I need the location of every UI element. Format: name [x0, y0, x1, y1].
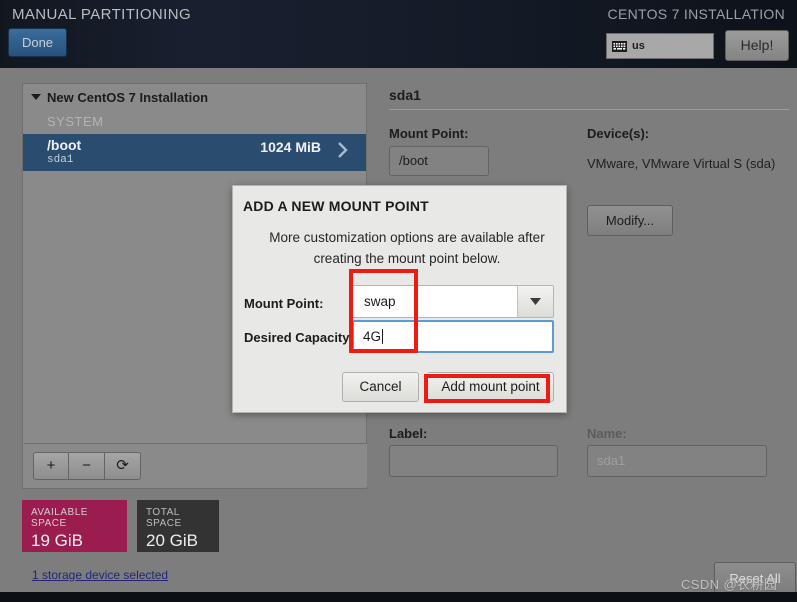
- details-label-field[interactable]: [389, 445, 558, 477]
- partition-size: 1024 MiB: [260, 139, 321, 155]
- watermark: CSDN @农耕园: [681, 577, 778, 592]
- details-name-label: Name:: [587, 426, 627, 441]
- details-label-label: Label:: [389, 426, 428, 441]
- dialog-mount-point-label: Mount Point:: [244, 296, 324, 311]
- section-label-system: SYSTEM: [47, 114, 104, 129]
- add-mount-point-button[interactable]: Add mount point: [427, 372, 554, 402]
- details-devices-label: Device(s):: [587, 126, 650, 141]
- partition-toolbar: + − ⟳: [24, 443, 367, 487]
- available-space-value: 19 GiB: [31, 531, 83, 550]
- available-space-box: AVAILABLE SPACE 19 GiB: [22, 500, 127, 552]
- page-title: MANUAL PARTITIONING: [12, 6, 192, 23]
- available-space-label: AVAILABLE SPACE: [31, 507, 88, 529]
- details-mount-point-label: Mount Point:: [389, 126, 469, 141]
- mount-point-value: swap: [364, 294, 396, 309]
- add-mount-point-dialog: ADD A NEW MOUNT POINT More customization…: [232, 185, 567, 413]
- text-caret: [382, 329, 384, 344]
- partition-row-boot[interactable]: /boot sda1 1024 MiB: [23, 134, 366, 171]
- details-name-field: sda1: [587, 445, 767, 477]
- partition-device-name: sda1: [47, 154, 74, 166]
- details-devices-value: VMware, VMware Virtual S (sda): [587, 156, 776, 171]
- modify-button[interactable]: Modify...: [587, 205, 673, 236]
- desired-capacity-input[interactable]: 4G: [352, 320, 554, 353]
- partition-mount-point: /boot: [47, 137, 82, 153]
- total-space-value: 20 GiB: [146, 531, 198, 550]
- chevron-right-icon: [337, 141, 348, 159]
- collapse-triangle-icon: [31, 94, 41, 100]
- add-partition-button[interactable]: +: [33, 452, 69, 480]
- cancel-button[interactable]: Cancel: [342, 372, 419, 402]
- mount-point-combobox[interactable]: swap: [352, 285, 554, 318]
- app-header: MANUAL PARTITIONING CENTOS 7 INSTALLATIO…: [0, 0, 797, 68]
- partition-group-label: New CentOS 7 Installation: [47, 89, 209, 105]
- details-divider: [389, 109, 789, 110]
- help-button[interactable]: Help!: [725, 30, 789, 61]
- partition-group-header[interactable]: New CentOS 7 Installation: [23, 84, 366, 110]
- done-button[interactable]: Done: [8, 28, 67, 57]
- remove-partition-button[interactable]: −: [69, 452, 105, 480]
- keyboard-icon: [612, 40, 627, 52]
- desired-capacity-value: 4G: [363, 329, 382, 344]
- total-space-box: TOTAL SPACE 20 GiB: [137, 500, 219, 552]
- installation-label: CENTOS 7 INSTALLATION: [607, 6, 785, 22]
- details-title: sda1: [389, 87, 421, 103]
- keyboard-layout-selector[interactable]: us: [606, 33, 714, 59]
- details-mount-point-field[interactable]: /boot: [389, 146, 489, 176]
- total-space-label: TOTAL SPACE: [146, 507, 182, 529]
- dialog-title: ADD A NEW MOUNT POINT: [243, 198, 429, 214]
- storage-device-link[interactable]: 1 storage device selected: [32, 568, 168, 582]
- keyboard-layout-label: us: [632, 40, 645, 52]
- dialog-description: More customization options are available…: [269, 230, 545, 266]
- dialog-capacity-label: Desired Capacity: [244, 330, 350, 345]
- refresh-partitions-button[interactable]: ⟳: [105, 452, 141, 480]
- chevron-down-icon[interactable]: [517, 286, 553, 317]
- bottom-bar: [0, 592, 797, 602]
